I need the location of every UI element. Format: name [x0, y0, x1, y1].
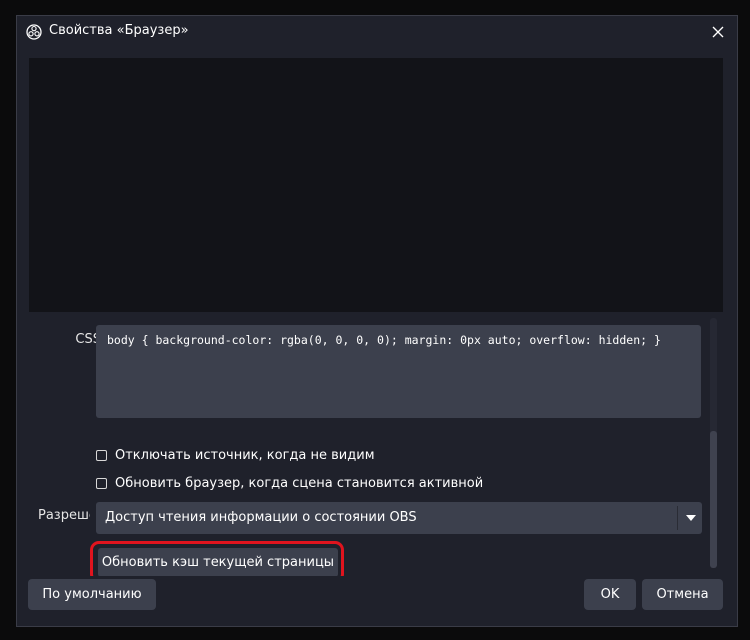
permissions-label: Разрешения	[38, 508, 90, 523]
properties-dialog: Свойства «Браузер» CSS body { background…	[16, 15, 738, 627]
select-divider	[677, 506, 678, 530]
defaults-button[interactable]: По умолчанию	[28, 579, 156, 610]
checkbox-label: Отключать источник, когда не видим	[115, 447, 375, 463]
chevron-down-icon[interactable]	[686, 515, 696, 521]
permissions-select[interactable]: Доступ чтения информации о состоянии OBS	[96, 502, 702, 534]
close-button[interactable]	[703, 18, 733, 46]
refresh-on-scene-active-checkbox[interactable]	[96, 477, 107, 489]
scrollbar-thumb[interactable]	[710, 431, 717, 568]
obs-logo-icon	[26, 24, 42, 40]
shutdown-when-hidden-checkbox[interactable]	[96, 449, 107, 461]
ok-button[interactable]: OK	[584, 579, 636, 610]
refresh-cache-button[interactable]: Обновить кэш текущей страницы	[98, 548, 338, 576]
properties-scrollbar[interactable]	[710, 318, 717, 568]
close-icon	[712, 23, 724, 42]
properties-panel: CSS body { background-color: rgba(0, 0, …	[29, 312, 709, 576]
css-textarea[interactable]: body { background-color: rgba(0, 0, 0, 0…	[96, 325, 701, 418]
browser-preview	[29, 58, 723, 312]
window-title: Свойства «Браузер»	[49, 23, 189, 38]
refresh-on-scene-active-checkbox-row[interactable]: Обновить браузер, когда сцена становится…	[96, 474, 483, 492]
title-bar: Свойства «Браузер»	[17, 16, 737, 48]
shutdown-when-hidden-checkbox-row[interactable]: Отключать источник, когда не видим	[96, 446, 375, 464]
checkbox-label: Обновить браузер, когда сцена становится…	[115, 475, 484, 491]
permissions-selected-value: Доступ чтения информации о состоянии OBS	[105, 510, 417, 525]
cancel-button[interactable]: Отмена	[642, 579, 723, 610]
